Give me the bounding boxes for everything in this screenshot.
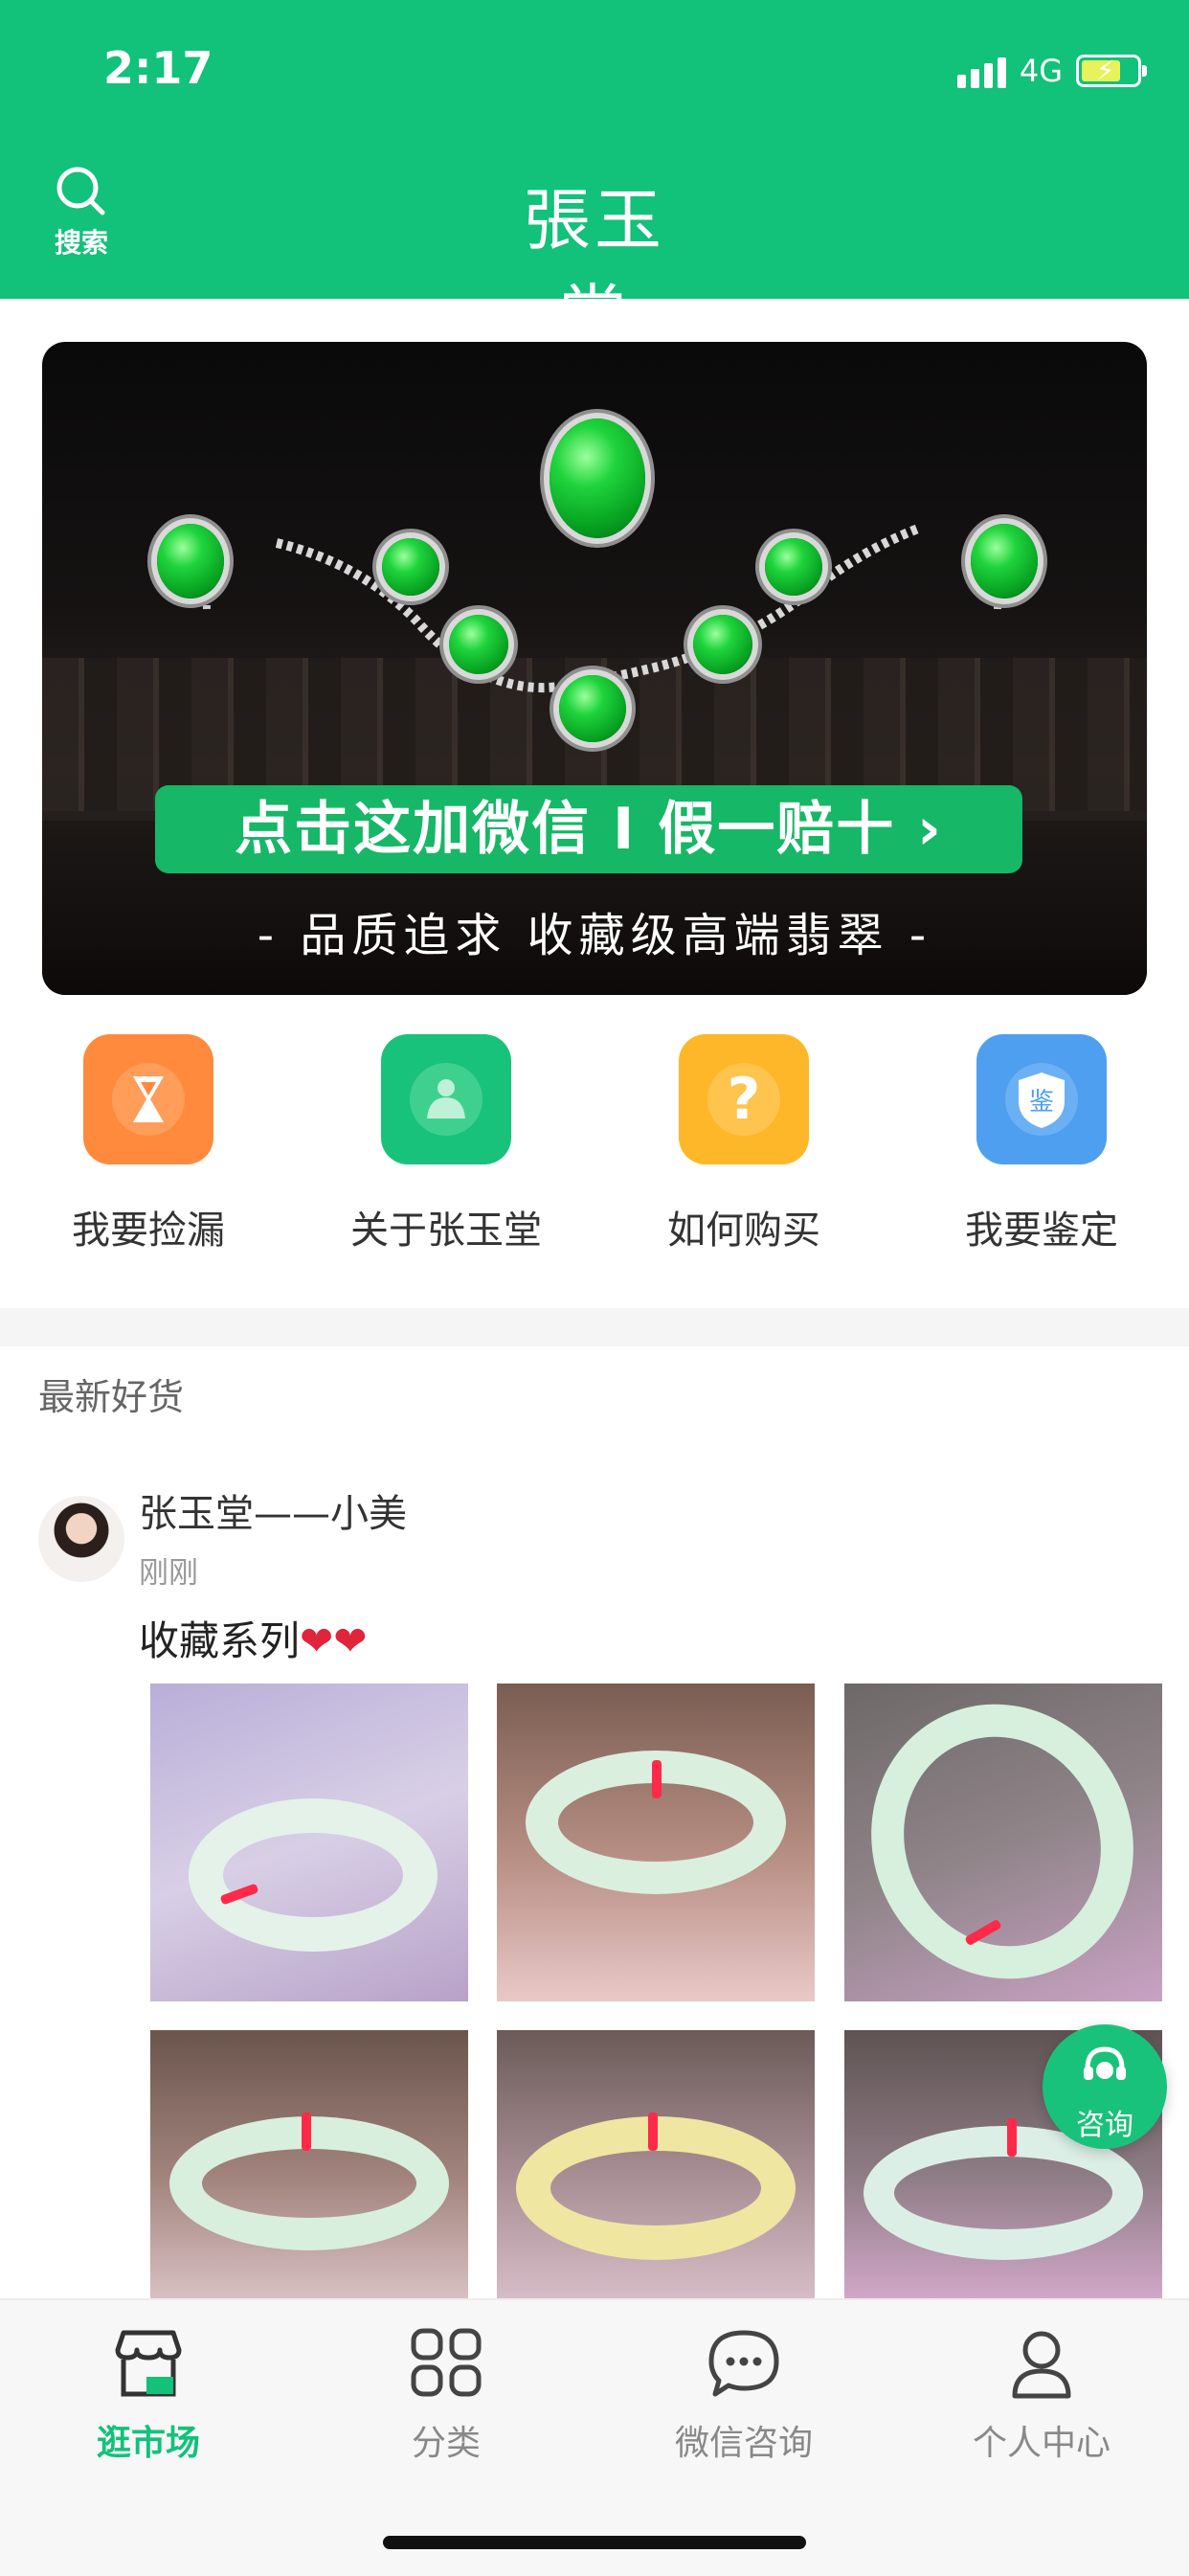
post-time: 刚刚 [139, 1556, 198, 1591]
bottom-tab-bar: 逛市场 分类 微信咨询 个人中心 [0, 2298, 1189, 2576]
app-header: 2:17 4G ⚡ 搜索 張玉堂 [0, 0, 1189, 355]
section-title: 最新好货 [38, 1376, 185, 1418]
entry-label: 关于张玉堂 [350, 1209, 542, 1253]
search-button[interactable]: 搜索 [38, 163, 124, 268]
search-icon [56, 167, 105, 215]
consult-button[interactable]: 咨询 [1043, 2024, 1167, 2149]
necklace-gem [449, 615, 508, 674]
home-indicator[interactable] [383, 2536, 806, 2549]
entry-about[interactable]: 关于张玉堂 [322, 1034, 571, 1254]
post-author[interactable]: 张玉堂——小美 [139, 1482, 407, 1538]
quick-entry-grid: 我要捡漏 关于张玉堂 ? 如何购买 鉴 我要鉴定 [0, 1034, 1189, 1264]
entry-tile [83, 1034, 213, 1164]
buddha-icon [427, 1079, 465, 1119]
post-photo[interactable] [150, 1683, 468, 2001]
entry-label: 我要捡漏 [72, 1209, 225, 1253]
post-photo[interactable] [497, 2030, 815, 2298]
post-photo[interactable] [497, 1683, 815, 2001]
tab-label: 分类 [411, 2424, 481, 2463]
tab-wechat-consult[interactable]: 微信咨询 [629, 2325, 859, 2465]
earring-gem-left [157, 524, 224, 599]
avatar[interactable] [38, 1496, 124, 1582]
tab-label: 微信咨询 [674, 2424, 813, 2463]
necklace-gem [765, 538, 822, 596]
post-caption: 收藏系列 [139, 1617, 301, 1664]
banner-subtitle: - 品质追求 收藏级高端翡翠 - [257, 909, 932, 962]
appraisal-badge: 鉴 [1028, 1088, 1054, 1117]
hourglass-icon [133, 1076, 164, 1122]
status-time: 2:17 [103, 42, 213, 94]
promo-banner[interactable]: 点击这加微信 I 假一赔十 › - 品质追求 收藏级高端翡翠 - [42, 342, 1147, 995]
entry-label: 如何购买 [667, 1209, 820, 1253]
chat-bubble-icon [708, 2330, 779, 2397]
tab-market[interactable]: 逛市场 [34, 2325, 263, 2465]
heart-icon: ❤❤ [300, 1617, 368, 1664]
store-icon [115, 2330, 182, 2397]
entry-tile: ? [679, 1034, 809, 1164]
entry-tile [381, 1034, 511, 1164]
question-icon: ? [727, 1066, 761, 1133]
entry-appraisal[interactable]: 鉴 我要鉴定 [917, 1034, 1166, 1254]
post-photo[interactable] [844, 1683, 1162, 2001]
entry-how-to-buy[interactable]: ? 如何购买 [619, 1034, 868, 1254]
brand-logo: 張玉堂 [524, 181, 665, 355]
grid-icon [411, 2328, 482, 2397]
post-text: 收藏系列❤❤ [139, 1609, 367, 1667]
entry-label: 我要鉴定 [965, 1209, 1118, 1253]
post-photo[interactable] [150, 2030, 468, 2298]
tab-profile[interactable]: 个人中心 [927, 2325, 1156, 2465]
earring-gem-right [971, 524, 1038, 599]
banner-cta-button[interactable]: 点击这加微信 I 假一赔十 › [155, 785, 1022, 873]
search-label: 搜索 [54, 227, 108, 259]
entry-tile: 鉴 [976, 1034, 1107, 1164]
tab-label: 逛市场 [96, 2424, 200, 2463]
section-divider [0, 1308, 1189, 1346]
headset-icon [1084, 2046, 1126, 2080]
battery-icon: ⚡ [1076, 55, 1147, 87]
entry-bargain[interactable]: 我要捡漏 [24, 1034, 273, 1254]
status-indicators: 4G ⚡ [956, 50, 1147, 92]
necklace-gem [382, 538, 439, 596]
consult-label: 咨询 [1076, 2109, 1133, 2142]
tab-category[interactable]: 分类 [331, 2325, 561, 2465]
signal-icon [956, 54, 1006, 88]
tab-label: 个人中心 [972, 2424, 1110, 2463]
user-icon [1012, 2331, 1071, 2399]
ring-gem [550, 418, 645, 538]
necklace-gem [559, 675, 626, 742]
necklace-gem [693, 615, 752, 674]
network-type: 4G [1019, 53, 1063, 89]
